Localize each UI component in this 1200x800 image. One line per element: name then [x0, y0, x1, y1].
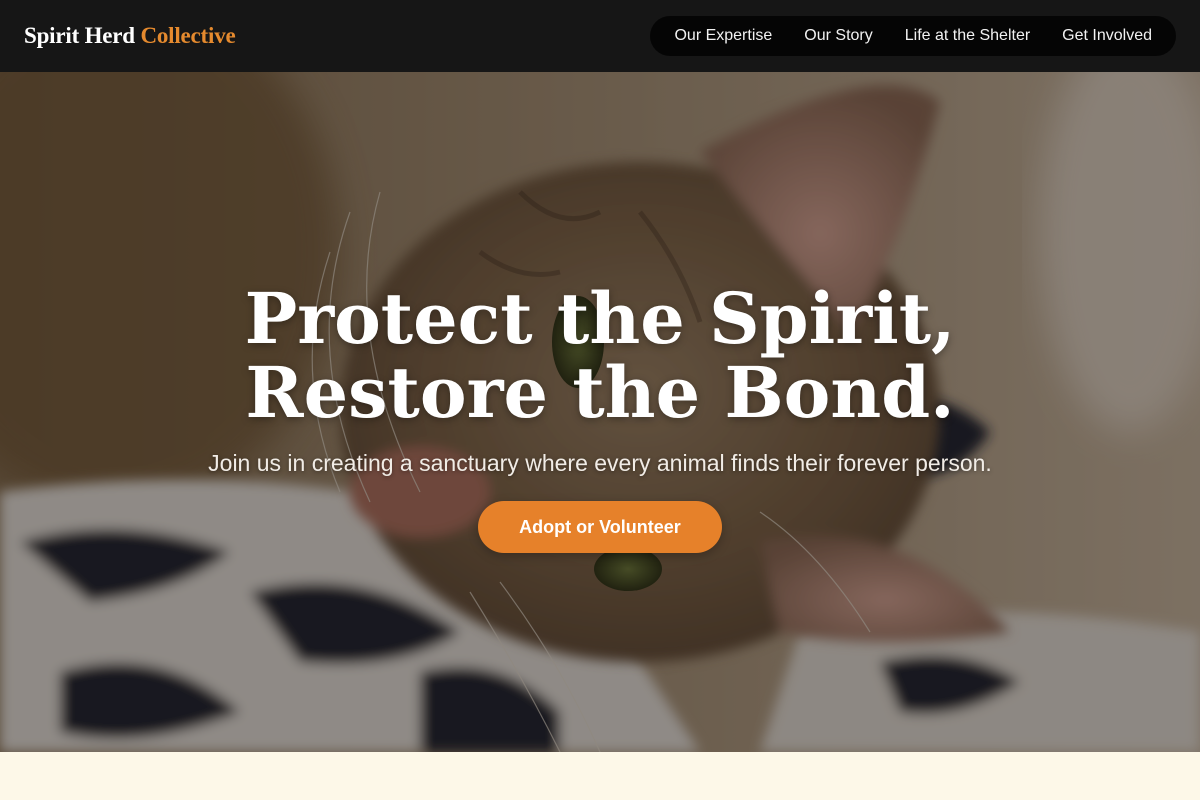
adopt-or-volunteer-button[interactable]: Adopt or Volunteer [478, 501, 722, 553]
hero-content: Protect the Spirit, Restore the Bond. Jo… [0, 72, 1200, 752]
brand-name: Spirit Herd [24, 23, 135, 48]
main-nav: Our Expertise Our Story Life at the Shel… [650, 16, 1176, 56]
hero-subtitle: Join us in creating a sanctuary where ev… [208, 450, 992, 476]
brand-name-accent: Collective [140, 23, 236, 48]
nav-item-our-story[interactable]: Our Story [788, 16, 888, 56]
site-header: Spirit Herd Collective Our Expertise Our… [0, 0, 1200, 72]
hero-section: Protect the Spirit, Restore the Bond. Jo… [0, 72, 1200, 752]
nav-item-our-expertise[interactable]: Our Expertise [658, 16, 788, 56]
brand-logo[interactable]: Spirit Herd Collective [24, 23, 236, 49]
hero-title: Protect the Spirit, Restore the Bond. [244, 277, 956, 434]
next-section [0, 752, 1200, 800]
nav-item-life-at-the-shelter[interactable]: Life at the Shelter [889, 16, 1046, 56]
nav-item-get-involved[interactable]: Get Involved [1046, 16, 1168, 56]
